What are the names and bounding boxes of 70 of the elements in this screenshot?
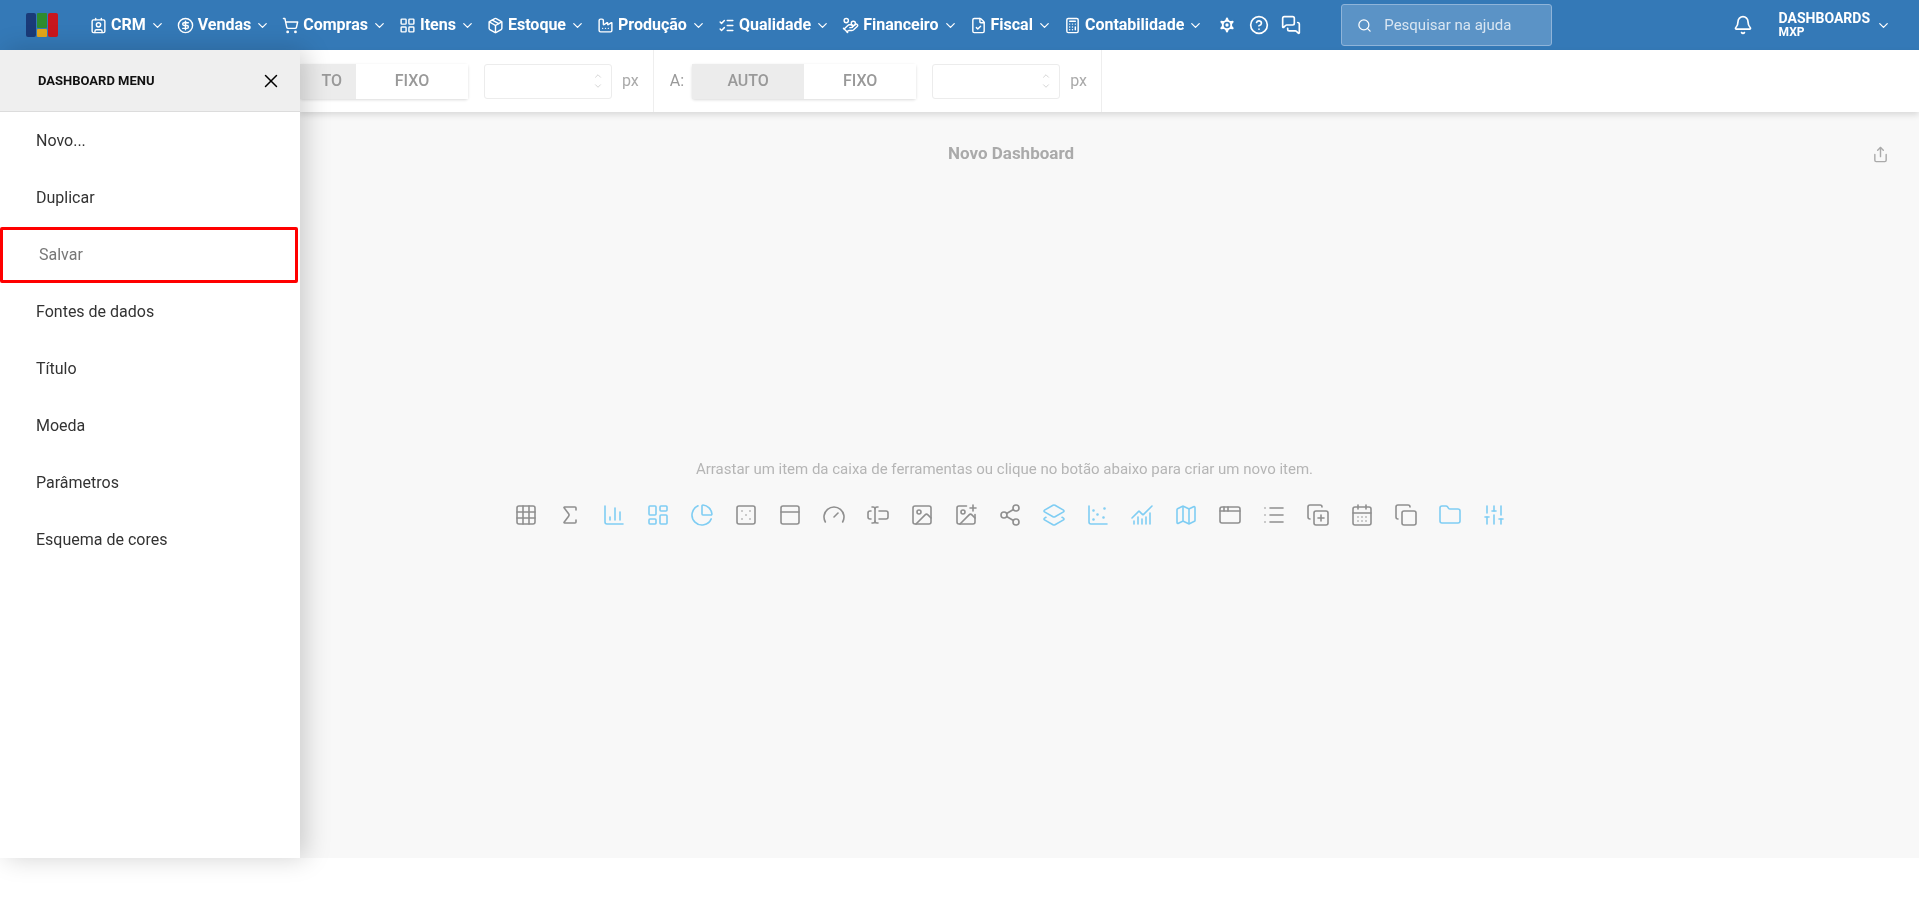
menu-title: DASHBOARD MENU — [38, 71, 155, 90]
calculator-icon — [1063, 16, 1081, 34]
empty-hint: Arrastar um item da caixa de ferramentas ou clique no botão abaixo para criar um novo item. — [694, 459, 1315, 480]
unit-label: px — [622, 70, 639, 92]
contact-card-icon — [90, 16, 107, 34]
bar-chart-icon[interactable] — [601, 502, 626, 527]
size-mode-toggle[interactable]: FIXO — [804, 63, 917, 99]
dollar-coin-icon — [176, 16, 194, 34]
dashboard-title: Novo Dashboard — [947, 142, 1075, 166]
nodes-icon[interactable] — [997, 502, 1022, 527]
size-mode-toggle[interactable]: AUTO — [692, 63, 805, 99]
spin-down-icon[interactable] — [593, 81, 603, 91]
size-mode-toggle[interactable]: FIXO — [356, 63, 468, 99]
number-field[interactable] — [484, 63, 612, 99]
pie-chart-icon[interactable] — [689, 502, 714, 527]
user-name: DASHBOARDS — [1778, 11, 1870, 25]
nav-menu[interactable]: Produção — [591, 13, 712, 37]
nav-menu[interactable]: Itens — [393, 13, 481, 37]
nav-menu[interactable]: Fiscal — [963, 13, 1058, 37]
size-label: A: — [669, 70, 685, 92]
nav-menu[interactable]: Estoque — [480, 13, 591, 37]
menu-item[interactable]: Moeda — [0, 398, 300, 454]
cards-icon[interactable] — [777, 502, 802, 527]
menu-item[interactable]: Esquema de cores — [0, 512, 300, 568]
bell-icon[interactable] — [1732, 15, 1753, 35]
nav-menu[interactable]: Qualidade — [711, 13, 837, 37]
menu-item[interactable]: Fontes de dados — [0, 284, 300, 340]
combo-chart-icon[interactable] — [1129, 502, 1154, 527]
file-check-icon — [969, 16, 987, 34]
copy-icon[interactable] — [1393, 502, 1418, 527]
nav-menu[interactable]: Vendas — [170, 13, 277, 37]
add-copy-icon[interactable] — [1305, 502, 1330, 527]
folder-icon[interactable] — [1437, 502, 1462, 527]
search-icon — [1357, 18, 1373, 33]
spin-down-icon[interactable] — [1041, 81, 1052, 91]
calendar-icon[interactable] — [1349, 502, 1374, 527]
image-plus-icon[interactable] — [953, 502, 978, 527]
menu-item[interactable]: Título — [0, 341, 300, 397]
user-org: MXP — [1778, 25, 1806, 39]
number-field[interactable] — [932, 63, 1061, 99]
search-field[interactable]: Pesquisar na ajuda — [1341, 4, 1553, 46]
nav-menu[interactable]: Financeiro — [836, 13, 964, 37]
unit-label: px — [1070, 70, 1087, 92]
menu-item[interactable]: Parâmetros — [0, 455, 300, 511]
treemap-icon[interactable] — [645, 502, 670, 527]
package-icon — [486, 16, 504, 34]
chat-icon[interactable] — [1281, 15, 1302, 35]
image-icon[interactable] — [909, 502, 934, 527]
coins-icon — [842, 16, 860, 34]
spin-up-icon[interactable] — [1041, 71, 1052, 81]
share-icon[interactable] — [1872, 145, 1889, 163]
sliders-icon[interactable] — [1481, 502, 1506, 527]
nav-menu[interactable]: Contabilidade — [1057, 13, 1210, 37]
menu-item[interactable]: Novo... — [0, 113, 300, 169]
help-icon[interactable] — [1249, 15, 1270, 35]
nav-menu[interactable]: Compras — [276, 13, 393, 37]
logo-icon[interactable] — [26, 13, 58, 37]
menu-item[interactable]: Salvar — [0, 227, 298, 283]
scatter-box-icon[interactable] — [733, 502, 758, 527]
factory-icon — [597, 16, 614, 34]
bubble-chart-icon[interactable] — [1085, 502, 1110, 527]
nav-menu[interactable]: CRM — [84, 13, 171, 37]
size-mode-toggle[interactable]: TO — [300, 63, 356, 99]
menu-item[interactable]: Duplicar — [0, 170, 300, 226]
spin-up-icon[interactable] — [593, 71, 603, 81]
cart-icon — [282, 16, 300, 34]
user-menu[interactable]: DASHBOARDS MXP — [1778, 11, 1891, 39]
grid-icon — [399, 16, 416, 34]
map-icon[interactable] — [1173, 502, 1198, 527]
table-icon[interactable] — [513, 502, 538, 527]
